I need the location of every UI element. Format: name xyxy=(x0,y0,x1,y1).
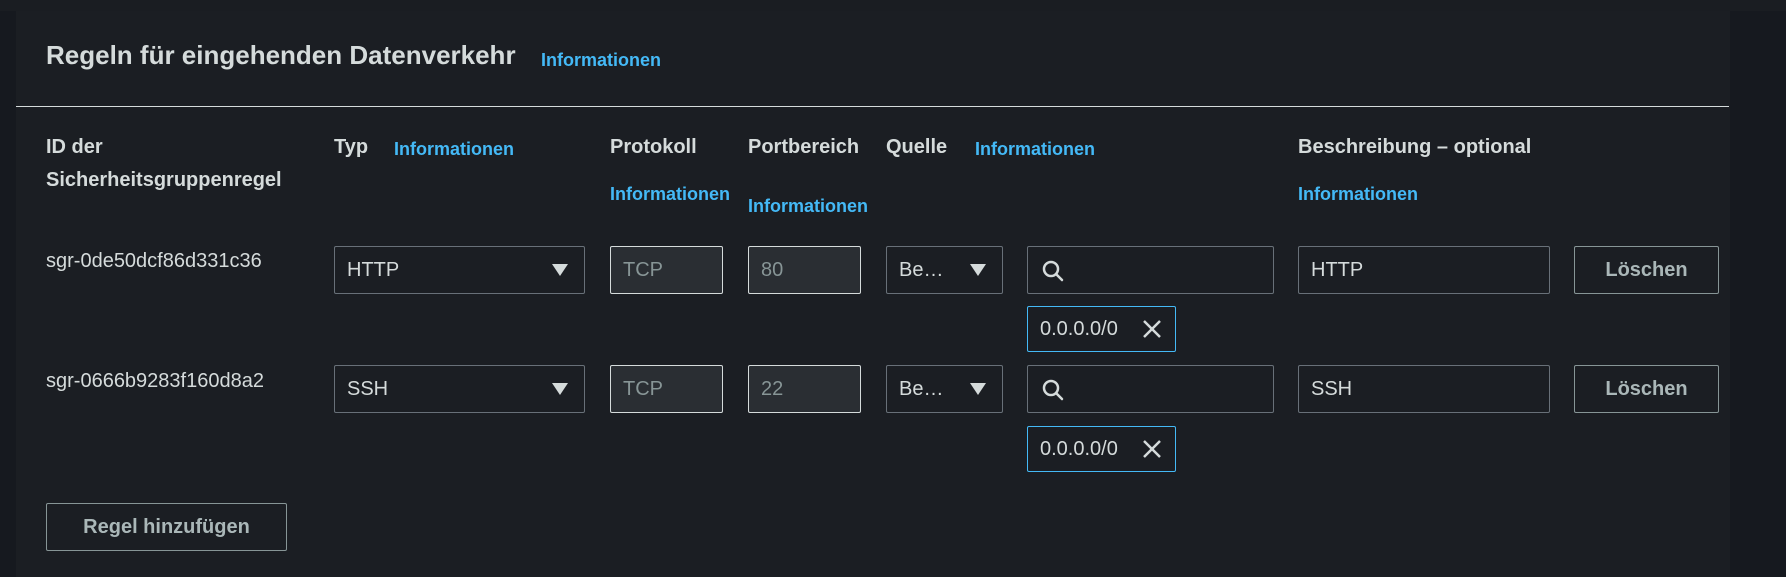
description-input[interactable]: SSH xyxy=(1298,365,1550,413)
cidr-token-label: 0.0.0.0/0 xyxy=(1040,317,1118,340)
type-select[interactable]: HTTP xyxy=(334,246,585,294)
port-range-value: 80 xyxy=(761,258,784,281)
header-divider xyxy=(16,106,1729,107)
add-rule-button[interactable]: Regel hinzufügen xyxy=(46,503,287,551)
search-icon xyxy=(1042,379,1064,401)
panel-title: Regeln für eingehenden Datenverkehr xyxy=(46,40,516,70)
header-type: Typ xyxy=(334,136,369,158)
header-protocol: Protokoll xyxy=(610,136,697,158)
close-icon[interactable] xyxy=(1141,318,1163,340)
delete-rule-button[interactable]: Löschen xyxy=(1574,246,1719,294)
header-port-range: Portbereich xyxy=(748,136,860,158)
cidr-token-label: 0.0.0.0/0 xyxy=(1040,437,1118,460)
delete-rule-button[interactable]: Löschen xyxy=(1574,365,1719,413)
header-rule-id: ID der Sicherheitsgruppenregel xyxy=(46,136,282,191)
port-range-info-link[interactable]: Informationen xyxy=(748,196,868,217)
caret-down-icon xyxy=(970,383,986,395)
caret-down-icon xyxy=(970,264,986,276)
protocol-value: TCP xyxy=(623,377,663,400)
top-strip xyxy=(0,0,1786,11)
description-value: HTTP xyxy=(1311,258,1364,281)
type-select-value: HTTP xyxy=(347,258,400,281)
cidr-token: 0.0.0.0/0 xyxy=(1027,426,1176,472)
port-range-field: 80 xyxy=(748,246,861,294)
search-icon xyxy=(1042,260,1064,282)
cidr-token: 0.0.0.0/0 xyxy=(1027,306,1176,352)
header-description: Beschreibung – optional xyxy=(1298,136,1532,158)
rule-id: sgr-0666b9283f160d8a2 xyxy=(46,370,264,392)
source-type-select[interactable]: Be… xyxy=(886,365,1003,413)
type-select[interactable]: SSH xyxy=(334,365,585,413)
protocol-field: TCP xyxy=(610,246,723,294)
description-info-link[interactable]: Informationen xyxy=(1298,184,1418,205)
source-type-value: Be… xyxy=(899,377,944,400)
source-search-input[interactable] xyxy=(1027,246,1274,294)
header-source: Quelle xyxy=(886,136,948,158)
description-value: SSH xyxy=(1311,377,1353,400)
protocol-field: TCP xyxy=(610,365,723,413)
source-type-select[interactable]: Be… xyxy=(886,246,1003,294)
source-info-link[interactable]: Informationen xyxy=(975,139,1095,160)
protocol-value: TCP xyxy=(623,258,663,281)
type-select-value: SSH xyxy=(347,377,389,400)
inbound-rules-panel xyxy=(16,11,1730,577)
type-info-link[interactable]: Informationen xyxy=(394,139,514,160)
port-range-value: 22 xyxy=(761,377,784,400)
rule-id: sgr-0de50dcf86d331c36 xyxy=(46,250,262,272)
caret-down-icon xyxy=(552,383,568,395)
title-info-link[interactable]: Informationen xyxy=(541,50,661,71)
port-range-field: 22 xyxy=(748,365,861,413)
close-icon[interactable] xyxy=(1141,438,1163,460)
caret-down-icon xyxy=(552,264,568,276)
source-search-input[interactable] xyxy=(1027,365,1274,413)
source-type-value: Be… xyxy=(899,258,944,281)
description-input[interactable]: HTTP xyxy=(1298,246,1550,294)
protocol-info-link[interactable]: Informationen xyxy=(610,184,730,205)
